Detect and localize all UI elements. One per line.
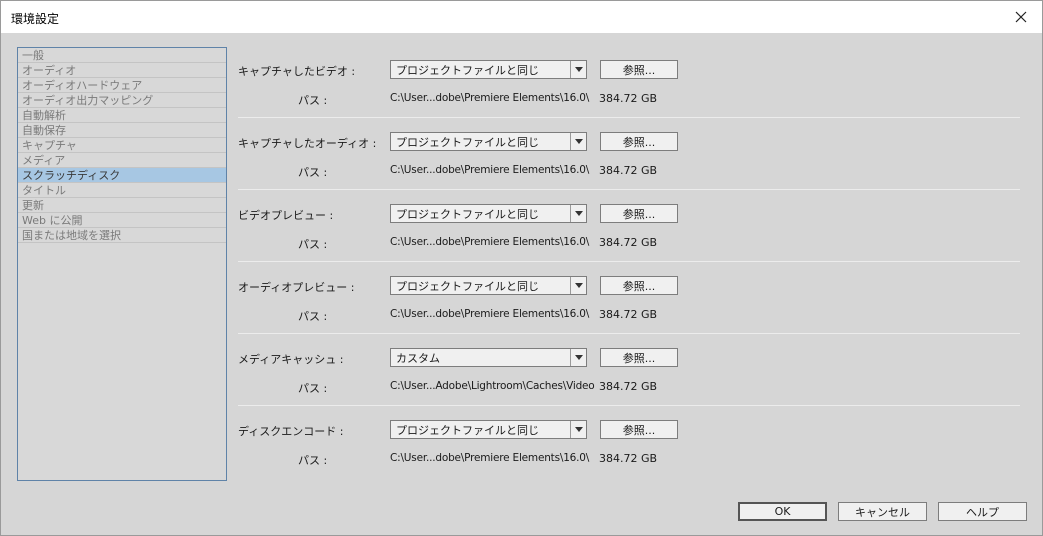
setting-captured-video: キャプチャしたビデオ : プロジェクトファイルと同じ 参照... パス : C:… xyxy=(238,46,1020,118)
chevron-down-icon xyxy=(574,67,583,72)
setting-media-cache: メディアキャッシュ : カスタム 参照... パス : C:\User...Ad… xyxy=(238,334,1020,406)
path-value: C:\User...Adobe\Lightroom\Caches\Video xyxy=(390,380,595,392)
path-label: パス : xyxy=(298,454,328,467)
cancel-button[interactable]: キャンセル xyxy=(838,502,927,521)
path-label: パス : xyxy=(298,238,328,251)
dropdown-value: カスタム xyxy=(396,351,440,365)
sidebar-item-auto-save[interactable]: 自動保存 xyxy=(18,123,226,138)
sidebar-item-country-region[interactable]: 国または地域を選択 xyxy=(18,228,226,243)
chevron-down-icon xyxy=(574,427,583,432)
free-space-value: 384.72 GB xyxy=(599,236,658,249)
path-value: C:\User...dobe\Premiere Elements\16.0\ xyxy=(390,452,590,464)
free-space-value: 384.72 GB xyxy=(599,380,658,393)
dropdown-value: プロジェクトファイルと同じ xyxy=(396,63,539,77)
free-space-value: 384.72 GB xyxy=(599,308,658,321)
path-label: パス : xyxy=(298,166,328,179)
browse-button[interactable]: 参照... xyxy=(600,132,678,151)
browse-button[interactable]: 参照... xyxy=(600,60,678,79)
sidebar-item-capture[interactable]: キャプチャ xyxy=(18,138,226,153)
sidebar-item-updates[interactable]: 更新 xyxy=(18,198,226,213)
sidebar-item-audio[interactable]: オーディオ xyxy=(18,63,226,78)
path-label: パス : xyxy=(298,310,328,323)
setting-video-previews: ビデオプレビュー : プロジェクトファイルと同じ 参照... パス : C:\U… xyxy=(238,190,1020,262)
location-dropdown[interactable]: プロジェクトファイルと同じ xyxy=(390,60,587,79)
browse-button[interactable]: 参照... xyxy=(600,420,678,439)
preferences-dialog: 環境設定 一般 オーディオ オーディオハードウェア オーディオ出力マッピング 自… xyxy=(0,0,1043,536)
chevron-down-icon xyxy=(574,139,583,144)
setting-label: キャプチャしたビデオ : xyxy=(238,65,356,78)
help-button[interactable]: ヘルプ xyxy=(938,502,1027,521)
dropdown-value: プロジェクトファイルと同じ xyxy=(396,135,539,149)
free-space-value: 384.72 GB xyxy=(599,92,658,105)
close-icon xyxy=(1015,11,1027,23)
free-space-value: 384.72 GB xyxy=(599,164,658,177)
sidebar-item-general[interactable]: 一般 xyxy=(18,48,226,63)
dropdown-value: プロジェクトファイルと同じ xyxy=(396,207,539,221)
chevron-down-icon xyxy=(574,283,583,288)
sidebar-item-audio-hardware[interactable]: オーディオハードウェア xyxy=(18,78,226,93)
sidebar-item-scratch-disks[interactable]: スクラッチディスク xyxy=(18,168,226,183)
setting-label: ディスクエンコード : xyxy=(238,425,344,438)
setting-captured-audio: キャプチャしたオーディオ : プロジェクトファイルと同じ 参照... パス : … xyxy=(238,118,1020,190)
path-value: C:\User...dobe\Premiere Elements\16.0\ xyxy=(390,164,590,176)
path-value: C:\User...dobe\Premiere Elements\16.0\ xyxy=(390,308,590,320)
dropdown-value: プロジェクトファイルと同じ xyxy=(396,279,539,293)
location-dropdown[interactable]: プロジェクトファイルと同じ xyxy=(390,204,587,223)
sidebar-item-audio-output-mapping[interactable]: オーディオ出力マッピング xyxy=(18,93,226,108)
setting-label: オーディオプレビュー : xyxy=(238,281,355,294)
setting-audio-previews: オーディオプレビュー : プロジェクトファイルと同じ 参照... パス : C:… xyxy=(238,262,1020,334)
browse-button[interactable]: 参照... xyxy=(600,276,678,295)
setting-disc-encoding: ディスクエンコード : プロジェクトファイルと同じ 参照... パス : C:\… xyxy=(238,406,1020,478)
sidebar-item-media[interactable]: メディア xyxy=(18,153,226,168)
dropdown-value: プロジェクトファイルと同じ xyxy=(396,423,539,437)
ok-button[interactable]: OK xyxy=(738,502,827,521)
sidebar-item-auto-analysis[interactable]: 自動解析 xyxy=(18,108,226,123)
path-value: C:\User...dobe\Premiere Elements\16.0\ xyxy=(390,236,590,248)
location-dropdown[interactable]: プロジェクトファイルと同じ xyxy=(390,132,587,151)
path-label: パス : xyxy=(298,382,328,395)
setting-label: キャプチャしたオーディオ : xyxy=(238,137,377,150)
sidebar-item-web-publish[interactable]: Web に公開 xyxy=(18,213,226,228)
free-space-value: 384.72 GB xyxy=(599,452,658,465)
category-list: 一般 オーディオ オーディオハードウェア オーディオ出力マッピング 自動解析 自… xyxy=(17,47,227,481)
setting-label: メディアキャッシュ : xyxy=(238,353,344,366)
location-dropdown[interactable]: プロジェクトファイルと同じ xyxy=(390,276,587,295)
location-dropdown[interactable]: プロジェクトファイルと同じ xyxy=(390,420,587,439)
browse-button[interactable]: 参照... xyxy=(600,348,678,367)
close-button[interactable] xyxy=(1008,5,1034,29)
location-dropdown[interactable]: カスタム xyxy=(390,348,587,367)
path-label: パス : xyxy=(298,94,328,107)
path-value: C:\User...dobe\Premiere Elements\16.0\ xyxy=(390,92,590,104)
chevron-down-icon xyxy=(574,355,583,360)
dialog-title: 環境設定 xyxy=(11,12,60,26)
title-bar: 環境設定 xyxy=(1,1,1042,33)
setting-label: ビデオプレビュー : xyxy=(238,209,334,222)
scratch-disk-settings: キャプチャしたビデオ : プロジェクトファイルと同じ 参照... パス : C:… xyxy=(238,46,1020,476)
browse-button[interactable]: 参照... xyxy=(600,204,678,223)
sidebar-item-titles[interactable]: タイトル xyxy=(18,183,226,198)
chevron-down-icon xyxy=(574,211,583,216)
